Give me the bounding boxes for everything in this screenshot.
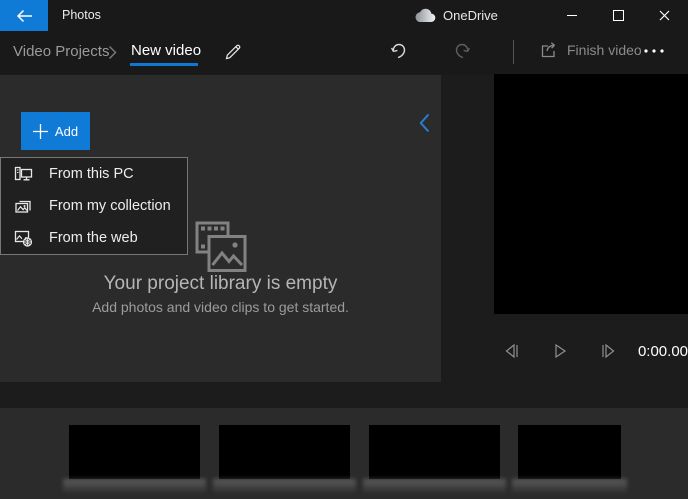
undo-button[interactable] bbox=[388, 41, 408, 61]
breadcrumb-new-video[interactable]: New video bbox=[131, 42, 201, 59]
menu-item-from-the-web[interactable]: From the web bbox=[1, 222, 187, 254]
more-options-button[interactable] bbox=[643, 44, 669, 58]
redo-icon bbox=[453, 41, 473, 61]
rename-project-button[interactable] bbox=[224, 42, 243, 61]
film-and-photo-icon bbox=[194, 220, 248, 274]
menu-item-label: From this PC bbox=[49, 158, 134, 190]
photos-app-window: Photos OneDrive Video Proje bbox=[0, 0, 688, 499]
empty-library-title: Your project library is empty bbox=[0, 273, 441, 295]
onedrive-status: OneDrive bbox=[413, 0, 498, 31]
photo-globe-icon bbox=[14, 229, 33, 247]
share-export-icon bbox=[539, 40, 559, 60]
previous-frame-icon bbox=[503, 343, 521, 359]
timeline-clip bbox=[69, 425, 200, 479]
undo-icon bbox=[388, 41, 408, 61]
elapsed-time: 0:00.00 bbox=[634, 343, 688, 360]
photo-collection-icon bbox=[14, 197, 33, 215]
onedrive-cloud-icon bbox=[413, 8, 436, 23]
close-icon bbox=[659, 10, 670, 21]
finish-video-button[interactable]: Finish video bbox=[539, 40, 642, 60]
previous-frame-button[interactable] bbox=[503, 343, 521, 359]
add-button-label: Add bbox=[55, 124, 78, 139]
menu-item-from-my-collection[interactable]: From my collection bbox=[1, 190, 187, 222]
maximize-button[interactable] bbox=[595, 0, 641, 31]
play-button[interactable] bbox=[551, 343, 569, 359]
plus-icon bbox=[33, 124, 48, 139]
back-arrow-icon bbox=[16, 9, 33, 23]
add-button[interactable]: Add bbox=[21, 112, 90, 150]
app-title: Photos bbox=[62, 0, 101, 31]
empty-library-subtitle: Add photos and video clips to get starte… bbox=[0, 299, 441, 315]
menu-item-label: From my collection bbox=[49, 190, 171, 222]
timeline-clip bbox=[369, 425, 500, 479]
video-preview bbox=[494, 74, 688, 314]
back-button[interactable] bbox=[0, 0, 48, 31]
next-frame-button[interactable] bbox=[599, 343, 617, 359]
play-icon bbox=[551, 343, 569, 359]
maximize-icon bbox=[613, 10, 624, 21]
timeline-strip bbox=[0, 408, 688, 499]
menu-item-label: From the web bbox=[49, 222, 138, 254]
timeline-clip bbox=[518, 425, 621, 479]
redo-button[interactable] bbox=[453, 41, 473, 61]
title-bar: Photos OneDrive bbox=[0, 0, 688, 31]
minimize-button[interactable] bbox=[549, 0, 595, 31]
pc-icon bbox=[14, 165, 33, 183]
next-frame-icon bbox=[599, 343, 617, 359]
breadcrumb-video-projects[interactable]: Video Projects bbox=[13, 43, 109, 60]
timeline-clip bbox=[219, 425, 350, 479]
menu-item-from-this-pc[interactable]: From this PC bbox=[1, 158, 187, 190]
onedrive-label: OneDrive bbox=[443, 8, 498, 23]
add-dropdown-menu: From this PC From my collection bbox=[0, 157, 188, 255]
chevron-right-icon bbox=[108, 45, 117, 60]
toolbar-divider bbox=[513, 40, 514, 64]
edit-pencil-icon bbox=[224, 42, 243, 61]
close-button[interactable] bbox=[641, 0, 688, 31]
finish-video-label: Finish video bbox=[567, 42, 642, 58]
collapse-panel-button[interactable] bbox=[416, 112, 432, 134]
minimize-icon bbox=[567, 15, 577, 16]
active-tab-underline bbox=[130, 63, 198, 66]
more-ellipsis-icon bbox=[643, 48, 667, 54]
collapse-chevron-icon bbox=[419, 113, 430, 133]
